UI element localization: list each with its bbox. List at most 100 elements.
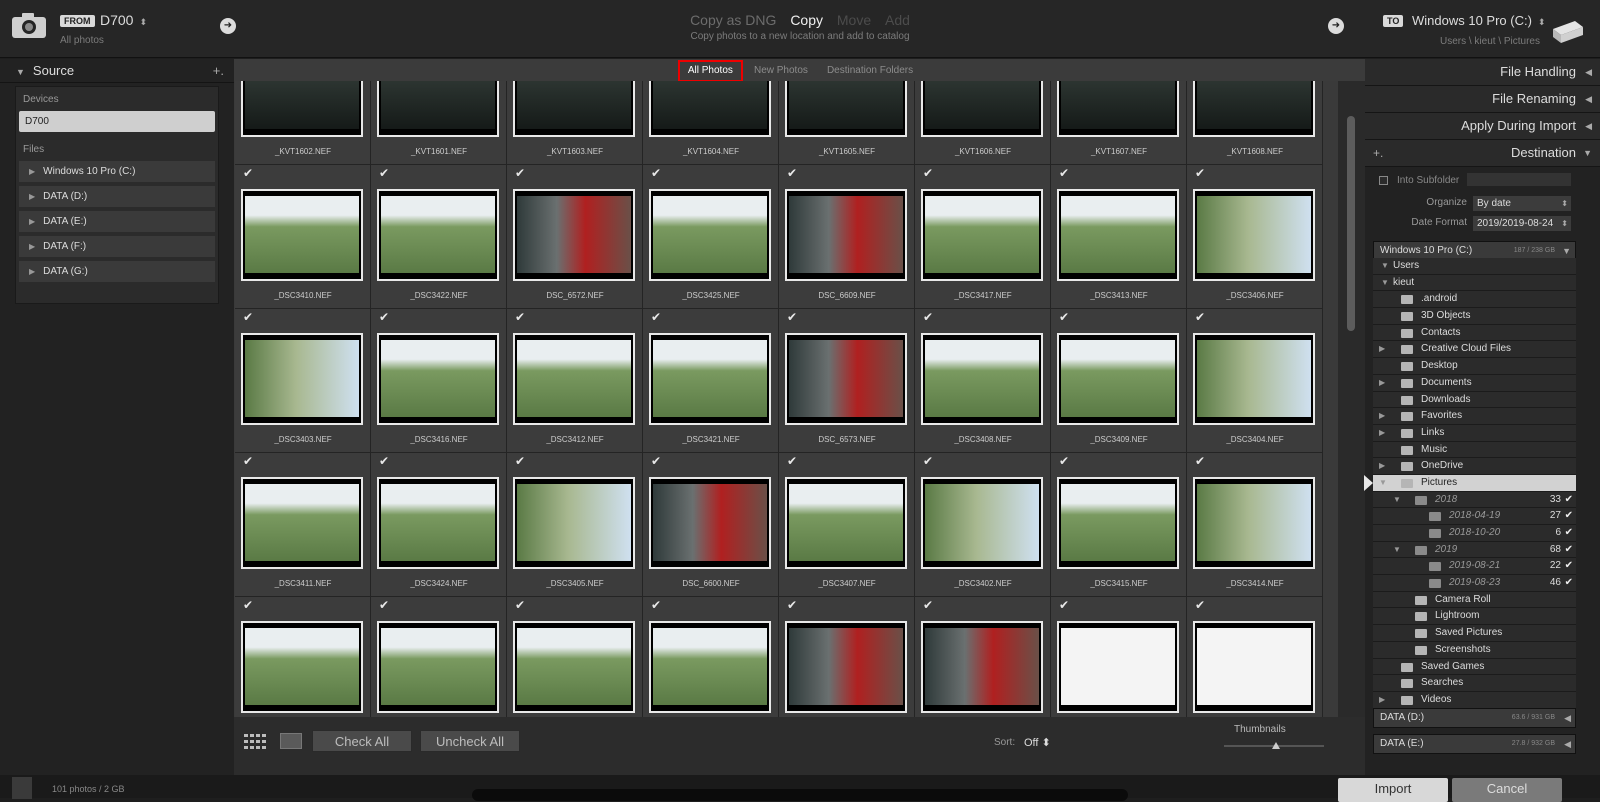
add-source-plus-icon[interactable]: +.	[213, 59, 224, 83]
cancel-button[interactable]: Cancel	[1452, 778, 1562, 802]
photo-frame[interactable]	[785, 621, 907, 713]
photo-thumbnail-cell[interactable]: _KVT1605.NEF	[779, 81, 915, 165]
volume-e[interactable]: DATA (E:) 27.8 / 932 GB ◀	[1373, 734, 1576, 754]
photo-thumbnail-cell[interactable]: ✔ _DSC3414.NEF	[1187, 453, 1323, 597]
folder-tree-item[interactable]: Screenshots	[1373, 641, 1576, 659]
include-checkbox[interactable]: ✔	[1059, 454, 1069, 468]
folder-tree-item[interactable]: ▼ 2019 68 ✔	[1373, 541, 1576, 559]
folder-tree-item[interactable]: Saved Pictures	[1373, 625, 1576, 642]
include-checkbox[interactable]: ✔	[1195, 598, 1205, 612]
photo-thumbnail-cell[interactable]: ✔ DSC_6573.NEF	[779, 309, 915, 453]
include-checkbox[interactable]: ✔	[1195, 310, 1205, 324]
include-checkbox[interactable]: ✔	[787, 454, 797, 468]
folder-tree-item[interactable]: Searches	[1373, 675, 1576, 692]
photo-frame[interactable]	[241, 333, 363, 425]
photo-thumbnail-cell[interactable]: _KVT1602.NEF	[235, 81, 371, 165]
folder-tree-item[interactable]: 2018-04-19 27 ✔	[1373, 508, 1576, 525]
folder-tree-item[interactable]: 2019-08-21 22 ✔	[1373, 558, 1576, 576]
photo-frame[interactable]	[513, 189, 635, 281]
source-header[interactable]: ▼ Source +.	[0, 59, 234, 83]
photo-thumbnail-cell[interactable]: ✔_DSC6599.NEF	[915, 597, 1051, 717]
include-checkbox[interactable]: ✔	[923, 310, 933, 324]
file-volume-item[interactable]: ▶ DATA (F:)	[19, 236, 215, 257]
photo-thumbnail-cell[interactable]: ✔ _DSC3407.NEF	[779, 453, 915, 597]
photo-frame[interactable]	[649, 477, 771, 569]
tree-triangle-icon[interactable]: ▼	[1381, 258, 1389, 275]
photo-thumbnail-cell[interactable]: ✔_KVT1648.NEF	[1187, 597, 1323, 717]
photo-thumbnail-cell[interactable]: ✔ _DSC3403.NEF	[235, 309, 371, 453]
include-checkbox[interactable]: ✔	[1059, 598, 1069, 612]
photo-frame[interactable]	[1193, 477, 1315, 569]
photo-frame[interactable]	[513, 477, 635, 569]
tree-triangle-icon[interactable]: ▼	[1393, 542, 1401, 559]
photo-thumbnail-cell[interactable]: _KVT1604.NEF	[643, 81, 779, 165]
photo-frame[interactable]	[377, 189, 499, 281]
uncheck-all-button[interactable]: Uncheck All	[420, 730, 520, 752]
include-checkbox[interactable]: ✔	[787, 166, 797, 180]
photo-thumbnail-cell[interactable]: ✔ DSC_6609.NEF	[779, 165, 915, 309]
photo-frame[interactable]	[377, 477, 499, 569]
photo-frame[interactable]	[649, 621, 771, 713]
photo-thumbnail-cell[interactable]: ✔_KVT1646.NEF	[1051, 597, 1187, 717]
include-checkbox[interactable]: ✔	[243, 310, 253, 324]
folder-tree-item[interactable]: Camera Roll	[1373, 591, 1576, 609]
include-checkbox[interactable]: ✔	[651, 166, 661, 180]
photo-thumbnail-cell[interactable]: ✔ _DSC3402.NEF	[915, 453, 1051, 597]
folder-tree-item[interactable]: Music	[1373, 441, 1576, 459]
mode-copy-as-dng[interactable]: Copy as DNG	[690, 12, 776, 28]
mode-add[interactable]: Add	[885, 12, 910, 28]
photo-thumbnail-cell[interactable]: _KVT1606.NEF	[915, 81, 1051, 165]
tab-destination-folders[interactable]: Destination Folders	[819, 60, 921, 82]
loupe-view-icon[interactable]	[280, 733, 302, 749]
grid-view-icon[interactable]	[244, 734, 266, 750]
scrollbar-thumb[interactable]	[1347, 116, 1355, 331]
photo-frame[interactable]	[377, 81, 499, 137]
photo-frame[interactable]	[1057, 81, 1179, 137]
photo-thumbnail-cell[interactable]: ✔ _DSC3404.NEF	[1187, 309, 1323, 453]
folder-tree-item[interactable]: ▶ Documents	[1373, 374, 1576, 392]
include-checkbox[interactable]: ✔	[379, 310, 389, 324]
photo-frame[interactable]	[377, 333, 499, 425]
file-volume-item[interactable]: ▶ DATA (G:)	[19, 261, 215, 282]
include-checkbox[interactable]: ✔	[923, 598, 933, 612]
include-checkbox[interactable]: ✔	[243, 598, 253, 612]
subfolder-name-input[interactable]	[1467, 173, 1571, 186]
into-subfolder-checkbox[interactable]	[1379, 176, 1388, 185]
photo-frame[interactable]	[377, 621, 499, 713]
tree-triangle-icon[interactable]: ▶	[1379, 458, 1385, 475]
include-checkbox[interactable]: ✔	[243, 166, 253, 180]
tree-triangle-icon[interactable]: ▶	[1379, 341, 1385, 358]
photo-frame[interactable]	[1193, 189, 1315, 281]
photo-thumbnail-cell[interactable]: ✔ _DSC3406.NEF	[1187, 165, 1323, 309]
include-checkbox[interactable]: ✔	[243, 454, 253, 468]
tree-triangle-icon[interactable]: ▶	[1379, 375, 1385, 392]
right-arrow-icon[interactable]: ➜	[1328, 18, 1344, 34]
volume-d[interactable]: DATA (D:) 63.6 / 931 GB ◀	[1373, 708, 1576, 728]
include-checkbox[interactable]: ✔	[651, 454, 661, 468]
folder-tree-item[interactable]: 3D Objects	[1373, 308, 1576, 325]
mode-move[interactable]: Move	[837, 12, 871, 28]
photo-thumbnail-cell[interactable]: ✔_DSC3423.NEF	[643, 597, 779, 717]
photo-frame[interactable]	[241, 477, 363, 569]
photo-thumbnail-cell[interactable]: ✔ _DSC3422.NEF	[371, 165, 507, 309]
photo-frame[interactable]	[785, 333, 907, 425]
photo-thumbnail-cell[interactable]: ✔ DSC_6572.NEF	[507, 165, 643, 309]
photo-frame[interactable]	[241, 189, 363, 281]
sort-dropdown[interactable]: Off ⬍	[1024, 736, 1051, 749]
include-checkbox[interactable]: ✔	[1059, 166, 1069, 180]
photo-frame[interactable]	[1057, 189, 1179, 281]
photo-thumbnail-cell[interactable]: ✔ _DSC3417.NEF	[915, 165, 1051, 309]
photo-frame[interactable]	[1193, 621, 1315, 713]
photo-frame[interactable]	[785, 81, 907, 137]
folder-tree-item[interactable]: .android	[1373, 291, 1576, 309]
folder-tree-item[interactable]: ▶ OneDrive	[1373, 458, 1576, 475]
photo-thumbnail-cell[interactable]: _KVT1601.NEF	[371, 81, 507, 165]
tree-triangle-icon[interactable]: ▼	[1393, 492, 1401, 509]
photo-frame[interactable]	[649, 189, 771, 281]
folder-tree-item[interactable]: Lightroom	[1373, 608, 1576, 626]
include-checkbox[interactable]: ✔	[1195, 454, 1205, 468]
add-destination-plus-icon[interactable]: +.	[1373, 140, 1383, 166]
photo-thumbnail-cell[interactable]: _KVT1608.NEF	[1187, 81, 1323, 165]
folder-tree-item[interactable]: ▼ kieut	[1373, 274, 1576, 292]
section-apply-during-import[interactable]: Apply During Import ◀	[1365, 113, 1600, 140]
